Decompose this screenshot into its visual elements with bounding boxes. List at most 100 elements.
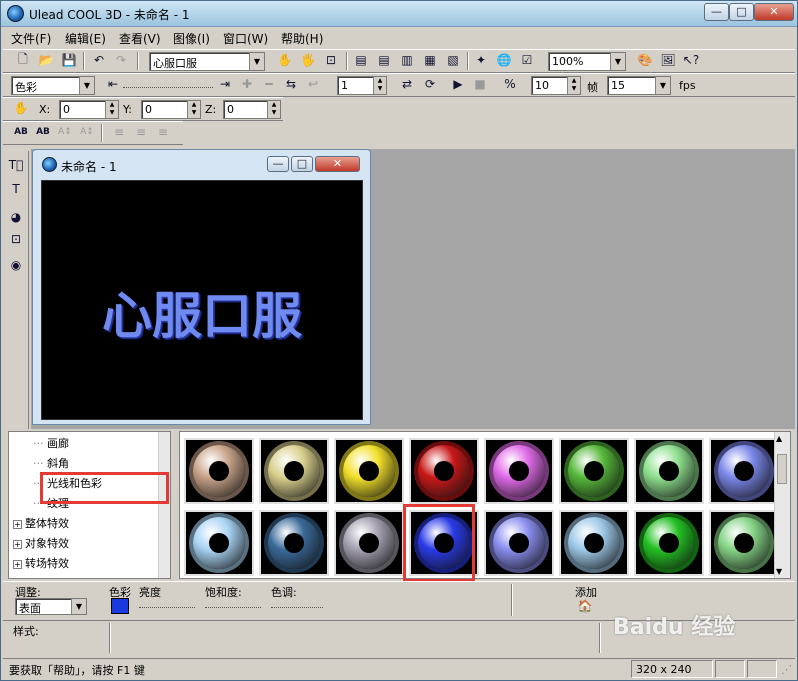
layer-down-icon[interactable]: ▦ [420,50,440,70]
fit-view-icon[interactable]: ⊡ [321,50,341,70]
text-compress-icon[interactable]: AB [33,122,53,142]
gallery-thumbnail[interactable] [409,438,479,504]
menu-view[interactable]: 查看(V) [119,30,161,47]
frame-input[interactable]: 1 ▲ ▼ [337,76,387,95]
z-input[interactable]: 0 ▲ ▼ [223,100,281,119]
gallery-thumbnail[interactable] [634,438,704,504]
speed-input[interactable]: 10 ▲ ▼ [531,76,581,95]
document-window[interactable]: 未命名 - 1 — □ ✕ 心服口服 [32,149,371,425]
tree-item[interactable]: + 整体特效 [13,515,69,531]
stop-icon[interactable]: ■ [470,74,490,94]
insert-text-icon[interactable]: T [6,179,26,199]
menu-window[interactable]: 窗口(W) [223,30,268,47]
color-swatch[interactable] [111,598,129,614]
fps-dropdown[interactable]: 15 ▼ [607,76,671,95]
insert-object-icon[interactable]: T⃞ [6,155,26,175]
gallery-thumbnail[interactable] [184,510,254,576]
export-icon[interactable]: 🖼 [658,50,678,70]
menu-file[interactable]: 文件(F) [11,30,51,47]
lathe-icon[interactable]: ◉ [6,255,26,275]
first-keyframe-icon[interactable]: ⇤ [103,74,123,94]
new-file-icon[interactable]: 🗋 [13,50,33,70]
gallery-thumbnail[interactable] [259,438,329,504]
gallery-thumbnail[interactable] [709,438,779,504]
scroll-thumb[interactable] [777,454,787,484]
resize-grip-icon[interactable]: ⋰ [781,663,792,676]
spin-arrows-icon[interactable]: ▲ ▼ [105,101,118,118]
globe-icon[interactable]: 🌐 [494,50,514,70]
reverse-icon[interactable]: ⇆ [281,74,301,94]
tree-item[interactable]: + 对象特效 [13,535,69,551]
gallery-thumbnail[interactable] [184,438,254,504]
tree-scrollbar[interactable] [158,432,170,578]
gallery-thumbnail[interactable] [709,510,779,576]
line-space-up-icon[interactable]: A↕ [55,122,75,142]
scroll-up-icon[interactable]: ▲ [776,434,782,443]
insert-geometry-icon[interactable]: ◕ [6,207,26,227]
x-input[interactable]: 0 ▲ ▼ [59,100,119,119]
doc-close-button[interactable]: ✕ [315,156,360,172]
percent-icon[interactable]: % [500,74,520,94]
attribute-dropdown[interactable]: 色彩 ▼ [11,76,95,95]
remove-keyframe-icon[interactable]: ━ [259,74,279,94]
expand-icon[interactable]: + [13,520,22,529]
y-input[interactable]: 0 ▲ ▼ [141,100,201,119]
timeline-slider[interactable] [123,78,213,88]
close-button[interactable]: ✕ [754,3,794,21]
return-icon[interactable]: ↩ [303,74,323,94]
hue-slider[interactable] [271,598,323,608]
select-object-icon[interactable]: ⊡ [6,229,26,249]
object-select-dropdown[interactable]: 心服口服 ▼ [149,52,265,71]
tree-item[interactable]: + 转场特效 [13,555,69,571]
tree-item[interactable]: ··· 斜角 [33,455,69,471]
tree-item[interactable]: ··· 画廊 [33,435,69,451]
doc-minimize-button[interactable]: — [267,156,289,172]
align-right-icon[interactable]: ≡ [153,122,173,142]
brightness-slider[interactable] [139,598,195,608]
menu-edit[interactable]: 编辑(E) [65,30,106,47]
gallery-thumbnail[interactable] [259,510,329,576]
hand-pan-icon[interactable]: ✋ [275,50,295,70]
expand-icon[interactable]: + [13,560,22,569]
magic-wand-icon[interactable]: ✦ [471,50,491,70]
refresh-icon[interactable]: ⟳ [420,74,440,94]
checkbox-icon[interactable]: ☑ [517,50,537,70]
layer-front-icon[interactable]: ▤ [351,50,371,70]
save-icon[interactable]: 💾 [59,50,79,70]
3d-text-object[interactable]: 心服口服 [42,276,362,348]
play-icon[interactable]: ▶ [448,74,468,94]
scroll-down-icon[interactable]: ▼ [776,567,782,576]
render-canvas[interactable]: 心服口服 [41,180,363,420]
redo-icon[interactable]: ↷ [111,50,131,70]
open-folder-icon[interactable]: 📂 [36,50,56,70]
gallery-thumbnail[interactable] [484,438,554,504]
minimize-button[interactable]: — [704,3,729,21]
undo-icon[interactable]: ↶ [89,50,109,70]
add-to-gallery-icon[interactable]: 🏠 [575,596,595,616]
title-bar[interactable]: Ulead COOL 3D - 未命名 - 1 — □ ✕ [1,1,797,27]
layer-up-icon[interactable]: ▥ [397,50,417,70]
line-space-down-icon[interactable]: A↕ [77,122,97,142]
gallery-thumbnail[interactable] [559,510,629,576]
loop-icon[interactable]: ⇄ [397,74,417,94]
gallery-thumbnail[interactable] [334,438,404,504]
menu-image[interactable]: 图像(I) [173,30,210,47]
gallery-scrollbar[interactable]: ▲ ▼ [774,432,790,578]
spin-arrows-icon[interactable]: ▲ ▼ [373,77,386,94]
layer-merge-icon[interactable]: ▧ [443,50,463,70]
context-help-icon[interactable]: ↖? [681,50,701,70]
gallery-thumbnail[interactable] [634,510,704,576]
text-spacing-icon[interactable]: AB [11,122,31,142]
layer-back-icon[interactable]: ▤ [374,50,394,70]
position-icon[interactable]: ✋ [11,98,31,118]
gallery-thumbnail[interactable] [334,510,404,576]
align-center-icon[interactable]: ≡ [131,122,151,142]
gallery-thumbnail[interactable] [484,510,554,576]
spin-arrows-icon[interactable]: ▲ ▼ [187,101,200,118]
align-left-icon[interactable]: ≡ [109,122,129,142]
menu-help[interactable]: 帮助(H) [281,30,323,47]
add-keyframe-icon[interactable]: ✚ [237,74,257,94]
zoom-dropdown[interactable]: 100% ▼ [548,52,626,71]
spin-arrows-icon[interactable]: ▲ ▼ [267,101,280,118]
gallery-thumbnail[interactable] [559,438,629,504]
